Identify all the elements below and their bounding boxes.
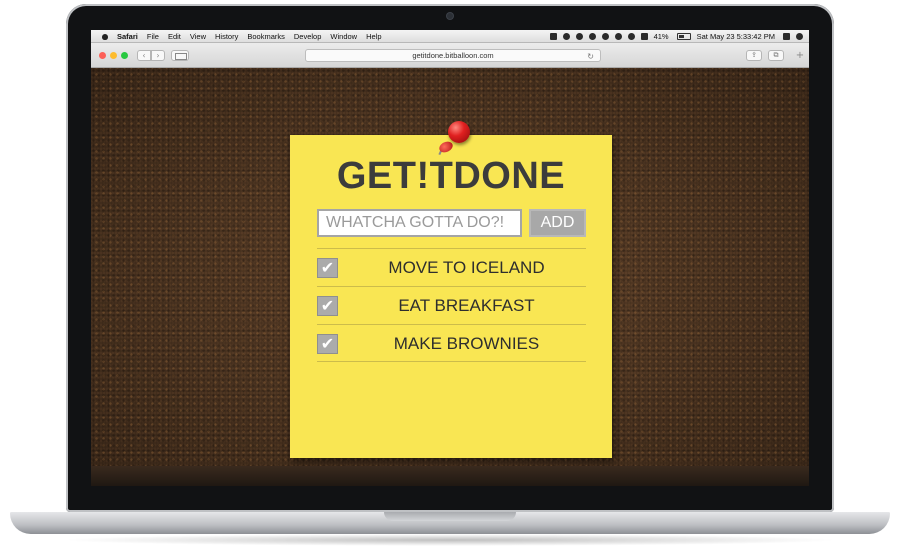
share-button[interactable]: ⇪	[746, 50, 762, 61]
minimize-window-button[interactable]	[110, 52, 117, 59]
show-tabs-button[interactable]: ⧉	[768, 50, 784, 61]
screen: Safari File Edit View History Bookmarks …	[91, 30, 809, 486]
battery-icon[interactable]	[676, 32, 691, 40]
task-checkbox[interactable]: ✔	[317, 258, 338, 278]
battery-percent: 41%	[653, 31, 669, 41]
menu-develop[interactable]: Develop	[294, 32, 322, 41]
close-window-button[interactable]	[99, 52, 106, 59]
task-label[interactable]: MOVE TO ICELAND	[347, 249, 586, 287]
task-checkbox[interactable]: ✔	[317, 296, 338, 316]
volume-icon[interactable]	[640, 32, 648, 40]
task-label[interactable]: EAT BREAKFAST	[347, 287, 586, 325]
address-bar[interactable]: getitdone.bitballoon.com ↻	[305, 49, 601, 62]
task-input[interactable]	[317, 209, 522, 237]
clock[interactable]: Sat May 23 5:33:42 PM	[697, 32, 775, 41]
apple-icon[interactable]	[101, 32, 109, 40]
reload-icon[interactable]: ↻	[587, 51, 594, 62]
task-item: ✔ EAT BREAKFAST	[317, 286, 586, 324]
menu-history[interactable]: History	[215, 32, 238, 41]
task-label[interactable]: MAKE BROWNIES	[347, 325, 586, 363]
fullscreen-window-button[interactable]	[121, 52, 128, 59]
window-bottom-edge	[91, 466, 809, 486]
evernote-icon[interactable]	[549, 32, 557, 40]
task-checkbox[interactable]: ✔	[317, 334, 338, 354]
status-area: 41% Sat May 23 5:33:42 PM	[549, 30, 809, 43]
sticky-note: GET!TDONE ADD ✔ MOVE TO ICELAND ✔ EAT BR…	[290, 121, 612, 458]
back-button[interactable]: ‹	[137, 50, 151, 61]
dropbox-icon[interactable]	[588, 32, 596, 40]
add-button[interactable]: ADD	[529, 209, 586, 237]
notification-center-icon[interactable]	[796, 32, 803, 40]
task-item: ✔ MOVE TO ICELAND	[317, 248, 586, 286]
menu-bar: Safari File Edit View History Bookmarks …	[91, 30, 809, 43]
menu-help[interactable]: Help	[366, 32, 381, 41]
new-tab-button[interactable]: +	[793, 50, 807, 61]
menu-window[interactable]: Window	[330, 32, 357, 41]
camera	[447, 13, 453, 19]
menu-app-name[interactable]: Safari	[117, 32, 138, 41]
task-list: ✔ MOVE TO ICELAND ✔ EAT BREAKFAST ✔ MAKE…	[317, 248, 586, 362]
url-text: getitdone.bitballoon.com	[412, 51, 494, 60]
laptop-shadow	[60, 534, 840, 546]
spotlight-icon[interactable]	[783, 32, 790, 40]
menu-file[interactable]: File	[147, 32, 159, 41]
menu-bookmarks[interactable]: Bookmarks	[247, 32, 285, 41]
time-machine-icon[interactable]	[601, 32, 609, 40]
task-item: ✔ MAKE BROWNIES	[317, 324, 586, 362]
laptop-notch	[384, 512, 516, 521]
forward-button[interactable]: ›	[151, 50, 165, 61]
bluetooth-icon[interactable]	[614, 32, 622, 40]
notification-bell-icon[interactable]	[562, 32, 570, 40]
app-title: GET!TDONE	[336, 155, 566, 197]
pushpin-icon	[448, 121, 470, 143]
skype-icon[interactable]	[575, 32, 583, 40]
menu-view[interactable]: View	[190, 32, 206, 41]
menu-edit[interactable]: Edit	[168, 32, 181, 41]
corkboard-background: GET!TDONE ADD ✔ MOVE TO ICELAND ✔ EAT BR…	[91, 68, 809, 486]
browser-toolbar: ‹ › getitdone.bitballoon.com ↻ ⇪ ⧉ +	[91, 43, 809, 68]
wifi-icon[interactable]	[627, 32, 635, 40]
sidebar-toggle-button[interactable]	[171, 50, 189, 61]
